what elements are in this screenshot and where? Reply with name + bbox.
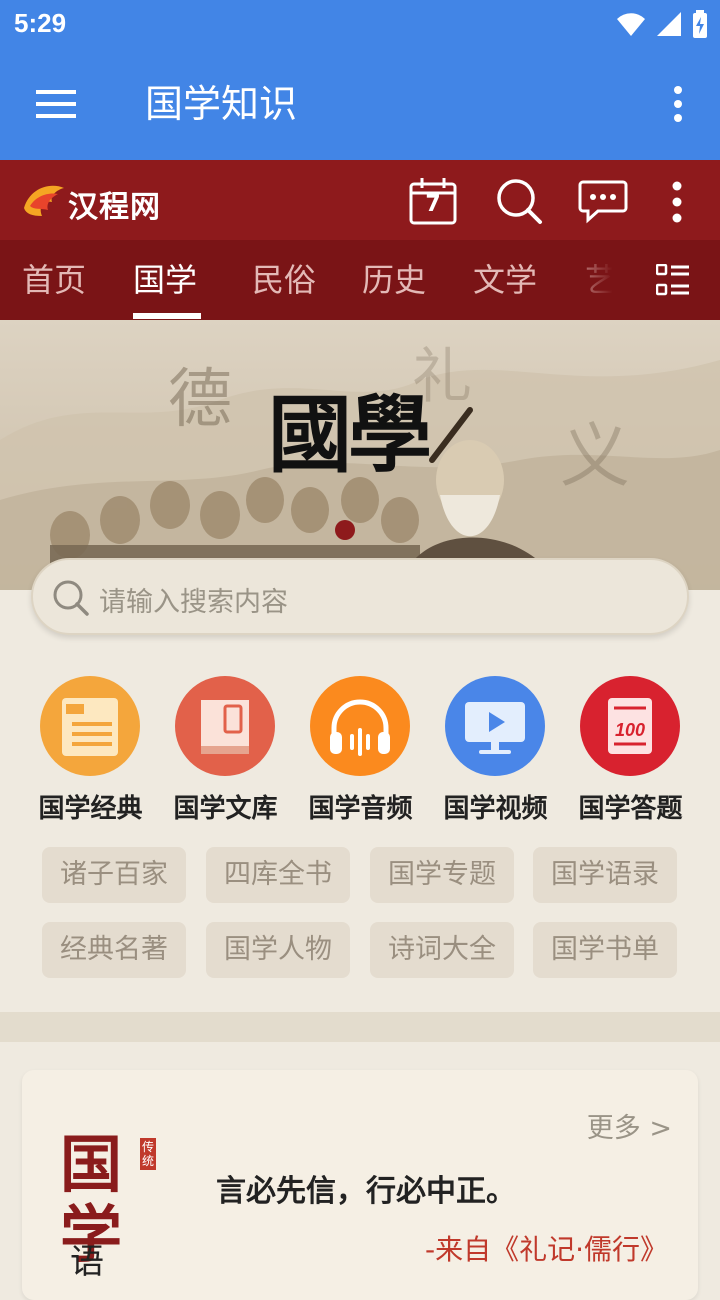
- category-classics[interactable]: 国学经典: [23, 676, 158, 826]
- calendar-button[interactable]: 7: [408, 176, 460, 226]
- quote-text: 言必先信，行必中正。: [216, 1174, 516, 1209]
- tag-booklist[interactable]: 国学书单: [533, 922, 677, 978]
- document-icon: [62, 698, 118, 756]
- category-label: 国学视频: [443, 794, 548, 824]
- category-label: 国学音频: [308, 794, 413, 824]
- status-icons: [616, 10, 708, 38]
- quote-more-link[interactable]: 更多 >: [587, 1106, 672, 1145]
- section-divider: [0, 1012, 720, 1042]
- tag-siku[interactable]: 四库全书: [206, 847, 350, 903]
- status-time: 5:29: [14, 8, 67, 38]
- message-button[interactable]: [578, 176, 630, 226]
- site-logo[interactable]: 汉程网: [20, 174, 180, 225]
- banner-calligraphy: 國學: [268, 385, 432, 484]
- tab-home[interactable]: 首页: [22, 240, 86, 320]
- book-icon: [201, 700, 249, 754]
- app-bar: 国学知识: [0, 48, 720, 160]
- category-library[interactable]: 国学文库: [158, 676, 293, 826]
- overflow-menu-icon[interactable]: [666, 84, 690, 124]
- search-input[interactable]: 请输入搜索内容: [31, 558, 689, 635]
- calendar-day: 7: [425, 192, 441, 217]
- category-quiz[interactable]: 100 国学答题: [563, 676, 698, 826]
- video-icon: [465, 702, 525, 754]
- tab-fade: [560, 240, 635, 320]
- list-menu-icon: [656, 264, 689, 296]
- svg-text:100: 100: [615, 720, 645, 740]
- search-placeholder: 请输入搜索内容: [99, 587, 288, 618]
- status-bar: 5:29: [0, 0, 720, 48]
- category-label: 国学经典: [38, 794, 143, 824]
- tag-quotes[interactable]: 国学语录: [533, 847, 677, 903]
- tag-zhuzi[interactable]: 诸子百家: [42, 847, 186, 903]
- banner-carousel[interactable]: 德 礼 义 國學: [0, 320, 720, 590]
- site-more-icon[interactable]: [665, 180, 689, 224]
- tag-poetry[interactable]: 诗词大全: [370, 922, 514, 978]
- banner-bg-char-3: 义: [560, 415, 630, 497]
- chat-bubble-icon: [578, 180, 628, 224]
- headphones-icon: [330, 699, 390, 756]
- category-label: 国学答题: [578, 794, 683, 824]
- site-header: 汉程网 7: [0, 160, 720, 240]
- category-circle: [445, 676, 545, 776]
- app-title: 国学知识: [145, 82, 298, 126]
- tag-masterpieces[interactable]: 经典名著: [42, 922, 186, 978]
- tab-list-button[interactable]: [634, 240, 720, 320]
- signal-icon: [657, 12, 681, 36]
- quote-source: -来自《礼记·儒行》: [424, 1233, 668, 1266]
- search-field-icon: [53, 580, 89, 616]
- exam-icon: 100: [608, 698, 652, 754]
- search-icon: [497, 179, 542, 224]
- tab-history[interactable]: 历史: [362, 240, 426, 320]
- active-tab-indicator: [133, 313, 201, 319]
- category-circle: [40, 676, 140, 776]
- category-label: 国学文库: [173, 794, 278, 824]
- tab-folklore[interactable]: 民俗: [252, 240, 316, 320]
- tag-figures[interactable]: 国学人物: [206, 922, 350, 978]
- wifi-icon: [617, 13, 645, 36]
- tag-topics[interactable]: 国学专题: [370, 847, 514, 903]
- tab-literature[interactable]: 文学: [473, 240, 537, 320]
- category-video[interactable]: 国学视频: [428, 676, 563, 826]
- category-circle: [310, 676, 410, 776]
- banner-bg-char-1: 德: [168, 363, 232, 437]
- dragon-logo-icon: [24, 185, 64, 216]
- carousel-indicator[interactable]: [335, 520, 355, 540]
- battery-icon: [693, 10, 707, 38]
- quote-art-sub: 语: [70, 1242, 104, 1282]
- hamburger-menu-icon[interactable]: [36, 86, 76, 122]
- category-circle: 100: [580, 676, 680, 776]
- search-button[interactable]: [494, 176, 546, 226]
- quote-art-seal: 传统: [140, 1138, 156, 1170]
- logo-text: 汉程网: [68, 190, 161, 225]
- tab-guoxue[interactable]: 国学: [133, 240, 197, 320]
- guoxue-quote-art: 国学 语 传统: [60, 1130, 190, 1282]
- category-circle: [175, 676, 275, 776]
- category-audio[interactable]: 国学音频: [293, 676, 428, 826]
